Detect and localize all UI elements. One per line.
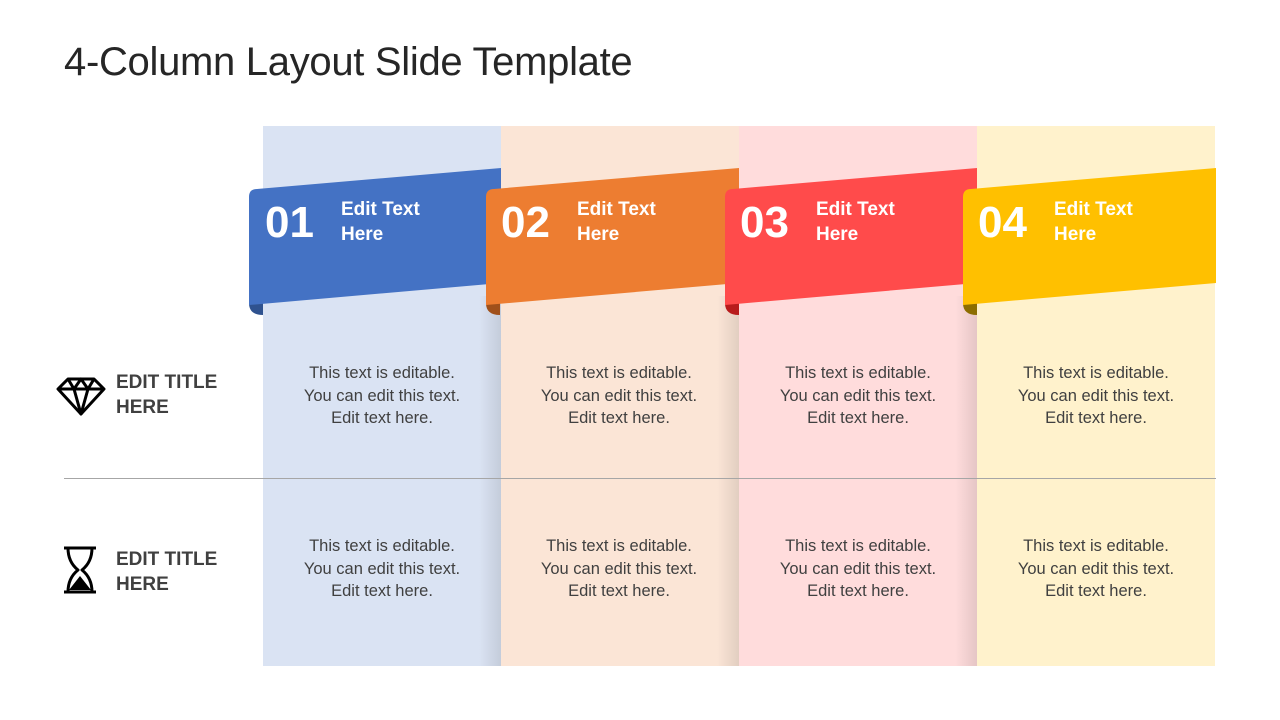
column-3-heading: Edit Text Here <box>816 197 936 247</box>
heading-line-1: Edit Text <box>1054 199 1133 220</box>
cell-line-1: This text is editable. <box>1023 364 1169 382</box>
row-1-title: EDIT TITLE HERE <box>116 370 217 420</box>
cell-line-1: This text is editable. <box>1023 537 1169 555</box>
row-title-line-1: EDIT TITLE <box>116 372 218 393</box>
heading-line-2: Here <box>816 224 859 245</box>
heading-line-1: Edit Text <box>816 199 895 220</box>
cell-line-3: Edit text here. <box>807 409 909 427</box>
row-2-column-1-text[interactable]: This text is editable. You can edit this … <box>263 535 501 603</box>
column-2-heading: Edit Text Here <box>577 197 697 247</box>
row-1-column-4-text[interactable]: This text is editable. You can edit this … <box>977 362 1215 430</box>
cell-line-3: Edit text here. <box>568 582 670 600</box>
cell-line-1: This text is editable. <box>785 364 931 382</box>
row-2-column-4-text[interactable]: This text is editable. You can edit this … <box>977 535 1215 603</box>
cell-line-1: This text is editable. <box>546 364 692 382</box>
cell-line-1: This text is editable. <box>309 537 455 555</box>
cell-line-2: You can edit this text. <box>540 559 698 578</box>
cell-line-3: Edit text here. <box>1045 582 1147 600</box>
ribbon-1-fold <box>249 301 263 315</box>
row-title-line-1: EDIT TITLE <box>116 549 218 570</box>
slide-title: 4-Column Layout Slide Template <box>64 40 633 84</box>
row-1-column-3-text[interactable]: This text is editable. You can edit this … <box>739 362 977 430</box>
column-4-number: 04 <box>978 198 1027 247</box>
heading-line-2: Here <box>1054 224 1097 245</box>
heading-line-2: Here <box>341 224 384 245</box>
cell-line-2: You can edit this text. <box>303 386 461 405</box>
cell-line-3: Edit text here. <box>568 409 670 427</box>
row-divider <box>64 478 1216 479</box>
column-4-heading: Edit Text Here <box>1054 197 1174 247</box>
cell-line-2: You can edit this text. <box>540 386 698 405</box>
row-2-column-2-text[interactable]: This text is editable. You can edit this … <box>500 535 738 603</box>
cell-line-2: You can edit this text. <box>1017 386 1175 405</box>
column-2-number: 02 <box>501 198 550 247</box>
cell-line-2: You can edit this text. <box>1017 559 1175 578</box>
row-title-line-2: HERE <box>116 574 169 595</box>
heading-line-1: Edit Text <box>577 199 656 220</box>
cell-line-3: Edit text here. <box>331 409 433 427</box>
cell-line-3: Edit text here. <box>1045 409 1147 427</box>
heading-line-1: Edit Text <box>341 199 420 220</box>
cell-line-2: You can edit this text. <box>779 386 937 405</box>
cell-line-2: You can edit this text. <box>779 559 937 578</box>
cell-line-3: Edit text here. <box>331 582 433 600</box>
heading-line-2: Here <box>577 224 620 245</box>
column-1-heading: Edit Text Here <box>341 197 461 247</box>
cell-line-1: This text is editable. <box>309 364 455 382</box>
row-2-title: EDIT TITLE HERE <box>116 547 217 597</box>
column-1-number: 01 <box>265 198 314 247</box>
column-3-number: 03 <box>740 198 789 247</box>
cell-line-1: This text is editable. <box>546 537 692 555</box>
cell-line-3: Edit text here. <box>807 582 909 600</box>
hourglass-icon <box>64 546 96 594</box>
row-1-column-2-text[interactable]: This text is editable. You can edit this … <box>500 362 738 430</box>
row-1-column-1-text[interactable]: This text is editable. You can edit this … <box>263 362 501 430</box>
row-title-line-2: HERE <box>116 397 169 418</box>
row-2-column-3-text[interactable]: This text is editable. You can edit this … <box>739 535 977 603</box>
diamond-icon <box>56 377 106 416</box>
cell-line-1: This text is editable. <box>785 537 931 555</box>
cell-line-2: You can edit this text. <box>303 559 461 578</box>
